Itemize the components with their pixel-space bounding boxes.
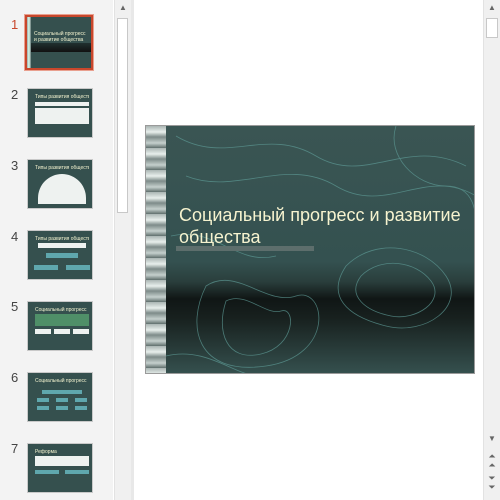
thumbnail-title: Социальный прогресс <box>35 307 87 313</box>
slide-number-6: 6 <box>11 370 19 385</box>
arrow-down-icon[interactable]: ▼ <box>485 432 499 446</box>
thumbnail-content-box <box>35 314 89 326</box>
thumbnail-title: Типы развития общества <box>35 236 89 242</box>
thumbnail-content-box <box>75 406 87 410</box>
thumbnail-content-box <box>42 390 82 394</box>
slide-thumbnail-4[interactable]: Типы развития общества <box>27 230 93 280</box>
thumbnail-content-box <box>75 398 87 402</box>
thumbnail-content-box <box>35 456 89 466</box>
arrow-up-icon[interactable]: ▲ <box>485 1 499 15</box>
thumbnail-content-box <box>34 265 58 270</box>
thumbnail-scrollbar[interactable]: ▲ <box>114 0 131 500</box>
thumbnail-content-box <box>66 265 90 270</box>
thumbnail-content-box <box>35 329 51 334</box>
slide-thumbnail-1[interactable]: Социальный прогресс и развитие общества <box>24 14 94 71</box>
slide-number-2: 2 <box>11 87 19 102</box>
thumbnail-dark-band <box>31 43 91 52</box>
thumbnail-content-box <box>56 406 68 410</box>
slide-title[interactable]: Социальный прогресс и развитие общества <box>179 204 469 248</box>
slide-thumbnail-5[interactable]: Социальный прогресс <box>27 301 93 351</box>
double-chevron-up-icon[interactable]: ⏶ ⏶ <box>485 452 499 470</box>
thumbnail-title: Типы развития общества <box>35 165 89 171</box>
slide-editing-pane: Социальный прогресс и развитие общества <box>134 0 483 500</box>
slide-thumbnail-3[interactable]: Типы развития общества <box>27 159 93 209</box>
thumbnail-diagram <box>38 174 86 204</box>
thumbnail-title: Реформа <box>35 449 57 455</box>
thumbnail-content-box <box>73 329 89 334</box>
title-underline <box>176 246 314 251</box>
thumbnail-content-box <box>56 398 68 402</box>
slide-number-5: 5 <box>11 299 19 314</box>
slide-thumbnail-2[interactable]: Типы развития общества <box>27 88 93 138</box>
thumbnail-content-box <box>54 329 70 334</box>
thumbnail-content-box <box>46 253 78 258</box>
arrow-up-icon[interactable]: ▲ <box>116 1 130 15</box>
thumbnail-title: Типы развития общества <box>35 94 89 100</box>
double-chevron-down-icon[interactable]: ⏷ ⏷ <box>485 474 499 492</box>
slide-number-4: 4 <box>11 229 19 244</box>
slide-thumbnail-pane: 1 Социальный прогресс и развитие обществ… <box>0 0 113 500</box>
thumbnail-content-box <box>35 102 89 106</box>
thumbnail-title: Социальный прогресс <box>35 378 87 384</box>
thumbnail-content-box <box>38 243 86 248</box>
slide-number-3: 3 <box>11 158 19 173</box>
current-slide[interactable]: Социальный прогресс и развитие общества <box>145 125 475 374</box>
thumbnail-content-box <box>37 398 49 402</box>
slide-thumbnail-6[interactable]: Социальный прогресс <box>27 372 93 422</box>
thumbnail-title: Социальный прогресс и развитие общества <box>34 31 86 43</box>
slide-decorative-edge <box>146 126 166 373</box>
thumbnail-content-box <box>35 470 59 474</box>
main-scrollbar-thumb[interactable] <box>486 18 498 38</box>
thumbnail-content-box <box>35 108 89 124</box>
slide-number-1: 1 <box>11 17 19 32</box>
thumbnail-content-box <box>65 470 89 474</box>
slide-thumbnail-7[interactable]: Реформа <box>27 443 93 493</box>
thumbnail-scrollbar-thumb[interactable] <box>117 18 128 213</box>
thumbnail-content-box <box>37 406 49 410</box>
slide-number-7: 7 <box>11 441 19 456</box>
main-scrollbar[interactable]: ▲ ▼ ⏶ ⏶ ⏷ ⏷ <box>483 0 500 500</box>
